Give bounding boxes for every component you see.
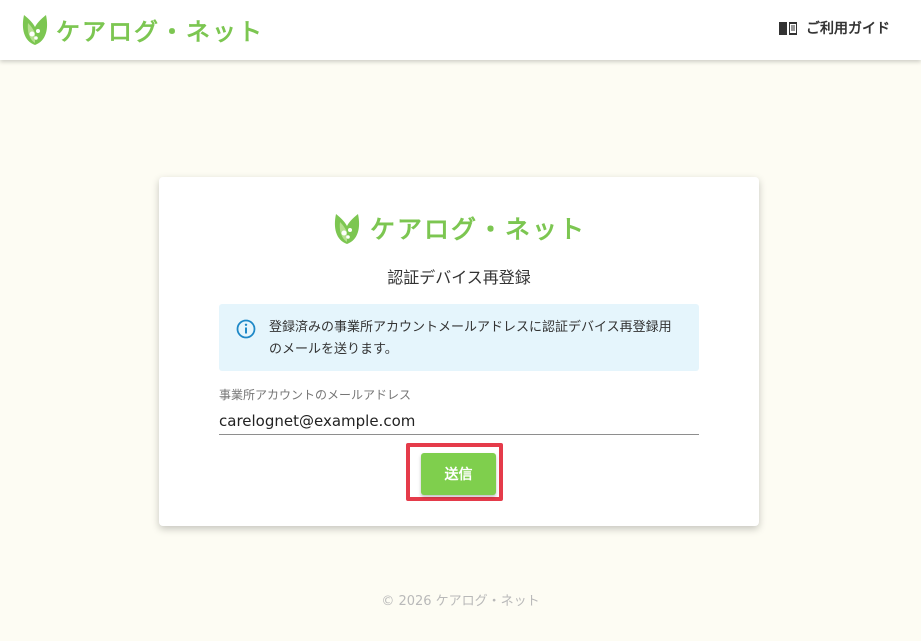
card-brand-name: ケアログ・ネット: [370, 215, 587, 244]
leaf-logo-icon: [22, 15, 48, 45]
email-field[interactable]: [219, 407, 699, 435]
page-title: 認証デバイス再登録: [387, 268, 531, 287]
top-header: ケアログ・ネット ご利用ガイド: [0, 0, 921, 60]
email-field-label: 事業所アカウントのメールアドレス: [219, 388, 412, 402]
copyright-footer: © 2026 ケアログ・ネット: [381, 594, 540, 609]
info-message: 登録済みの事業所アカウントメールアドレスに認証デバイス再登録用のメールを送ります…: [269, 320, 672, 357]
header-logo[interactable]: ケアログ・ネット: [20, 10, 264, 48]
book-icon: [779, 22, 797, 35]
leaf-logo-icon: [334, 214, 360, 244]
info-icon: [236, 319, 256, 339]
submit-button[interactable]: 送信: [421, 453, 496, 495]
re-register-card: ケアログ・ネット 認証デバイス再登録 登録済みの事業所アカウントメールアドレスに…: [159, 177, 759, 526]
info-alert: 登録済みの事業所アカウントメールアドレスに認証デバイス再登録用のメールを送ります…: [219, 304, 699, 371]
header-brand-name: ケアログ・ネット: [56, 17, 264, 46]
user-guide-label: ご利用ガイド: [806, 21, 890, 37]
user-guide-link[interactable]: ご利用ガイド: [778, 18, 890, 38]
card-logo: ケアログ・ネット: [332, 207, 586, 249]
